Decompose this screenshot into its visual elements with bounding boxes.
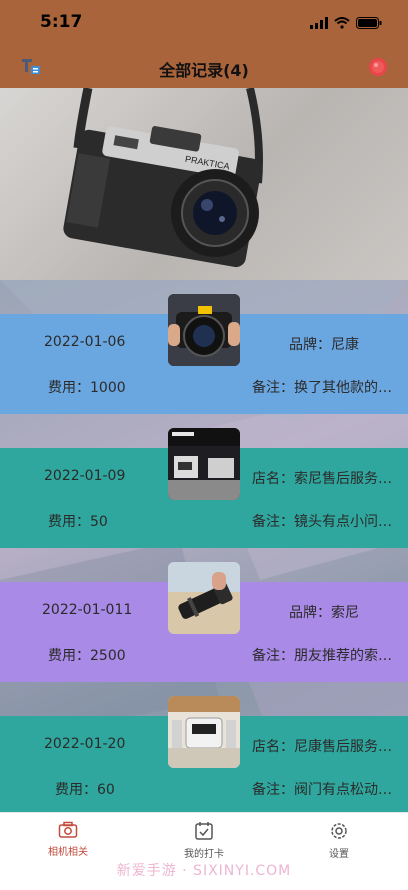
record-date: 2022-01-06: [44, 334, 126, 350]
record-cost: 费用：2500: [48, 648, 126, 664]
page-title: 全部记录(4): [159, 61, 249, 80]
status-time: 5:17: [40, 12, 83, 32]
record-note: 备注：阀门有点松动…: [252, 782, 392, 798]
nav-bar: 全部记录(4): [0, 44, 408, 88]
record-cost: 费用：50: [48, 514, 108, 530]
wifi-icon: [334, 14, 350, 33]
tab-checkin-label: 我的打卡: [184, 849, 224, 860]
record-thumbnail-nikon-camera: [168, 294, 240, 366]
record-cost: 费用：60: [55, 782, 115, 798]
record-note: 备注：朋友推荐的索…: [252, 648, 392, 664]
add-record-icon[interactable]: [368, 57, 388, 77]
record-field-right-top: 店名：索尼售后服务…: [252, 471, 392, 487]
tab-settings-label: 设置: [329, 849, 349, 860]
record-date: 2022-01-09: [44, 468, 126, 484]
battery-icon: [356, 14, 382, 33]
record-field-right-top: 品牌：尼康: [289, 337, 359, 353]
record-note: 备注：镜头有点小问…: [252, 514, 392, 530]
record-thumbnail-nikon-store: [168, 696, 240, 768]
record-thumbnail-sony-telephoto: [168, 562, 240, 634]
status-bar: 5:17: [0, 0, 408, 44]
tab-settings[interactable]: 设置: [289, 821, 389, 860]
settings-gear-icon: [331, 823, 347, 839]
tab-camera-label: 相机相关: [48, 847, 88, 858]
tab-checkin[interactable]: 我的打卡: [154, 821, 254, 860]
record-thumbnail-sony-store: [168, 428, 240, 500]
hero-camera-image: PRAKTICA: [0, 88, 408, 280]
signal-icon: [310, 14, 328, 33]
camera-icon: [58, 821, 78, 838]
record-date: 2022-01-011: [42, 602, 133, 618]
record-field-right-top: 品牌：索尼: [289, 605, 359, 621]
record-date: 2022-01-20: [44, 736, 126, 752]
tab-camera[interactable]: 相机相关: [18, 821, 118, 858]
record-cost: 费用：1000: [48, 380, 126, 396]
record-field-right-top: 店名：尼康售后服务…: [252, 739, 392, 755]
watermark: 新爱手游 · SIXINYI.COM: [116, 863, 292, 879]
status-icons: [310, 14, 382, 33]
record-note: 备注：换了其他款的…: [252, 380, 392, 396]
checkin-icon: [195, 822, 213, 840]
records-list: 2022-01-06 品牌：尼康 费用：1000 备注：换了其他款的… 2022…: [0, 280, 408, 812]
